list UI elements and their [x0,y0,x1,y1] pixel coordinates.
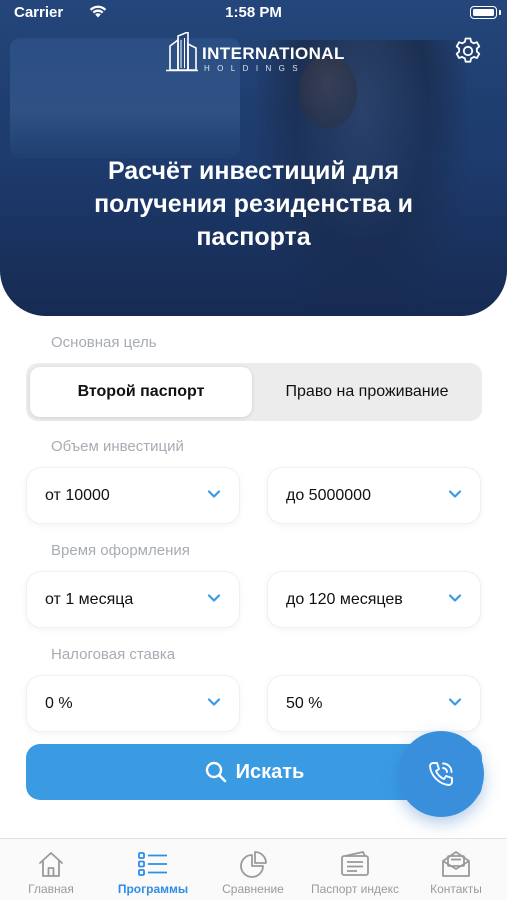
tab-programs-label: Программы [117,882,189,896]
tax-label: Налоговая ставка [51,646,176,663]
tab-home[interactable]: Главная [22,839,80,900]
tax-to-value: 50 % [286,694,323,712]
time-from-value: от 1 месяца [45,590,134,608]
page-title: Расчёт инвестиций для получения резиденс… [94,157,413,251]
status-bar: Carrier 1:58 PM [0,0,507,26]
tax-from-select[interactable]: 0 % [27,676,239,731]
chevron-down-icon [207,698,221,706]
call-button[interactable] [398,731,484,817]
time-from-select[interactable]: от 1 месяца [27,572,239,627]
time-to-value: до 120 месяцев [286,590,403,608]
tax-to-select[interactable]: 50 % [268,676,480,731]
investment-to-select[interactable]: до 5000000 [268,468,480,523]
investment-label: Объем инвестиций [51,438,184,455]
time-label: Время оформления [51,542,190,559]
investment-from-value: от 10000 [45,486,110,504]
phone-icon [429,762,453,786]
tab-passport-index-label: Паспорт индекс [310,882,400,896]
tax-from-value: 0 % [45,694,73,712]
tab-bar: Главная Программы Сравнение Паспорт инде… [0,838,507,900]
pie-chart-icon [240,851,267,878]
chevron-down-icon [448,594,462,602]
tab-compare-label: Сравнение [222,882,284,896]
search-button-label: Искать [235,760,305,783]
goal-segmented-control: Второй паспорт Право на проживание [26,363,482,421]
battery-tip [499,10,501,15]
battery-icon [470,6,497,19]
search-icon [205,761,226,783]
tab-home-label: Главная [28,882,74,896]
passport-icon [341,851,369,876]
chevron-down-icon [207,490,221,498]
tab-passport-index[interactable]: Паспорт индекс [306,839,404,900]
mail-icon [442,851,470,877]
building-logo-icon [166,32,198,72]
gear-icon[interactable] [453,36,483,66]
segment-residence-permit[interactable]: Право на проживание [254,367,480,417]
clock: 1:58 PM [225,4,282,21]
tab-programs[interactable]: Программы [112,839,194,900]
investment-to-value: до 5000000 [286,486,371,504]
logo-sub-text: HOLDINGS [204,64,305,73]
investment-from-select[interactable]: от 10000 [27,468,239,523]
logo-brand-text: INTERNATIONAL [202,44,345,63]
chevron-down-icon [207,594,221,602]
brand-logo: INTERNATIONAL HOLDINGS [164,32,354,76]
goal-label: Основная цель [51,334,157,351]
tab-contacts[interactable]: Контакты [424,839,488,900]
tab-compare[interactable]: Сравнение [216,839,290,900]
chevron-down-icon [448,698,462,706]
tab-contacts-label: Контакты [430,882,482,896]
hero-banner: Carrier 1:58 PM INTERNATIONAL HOLDINGS Р… [0,0,507,316]
home-icon [39,852,63,877]
chevron-down-icon [448,490,462,498]
segment-second-passport[interactable]: Второй паспорт [30,367,252,417]
time-to-select[interactable]: до 120 месяцев [268,572,480,627]
list-icon [138,852,167,876]
